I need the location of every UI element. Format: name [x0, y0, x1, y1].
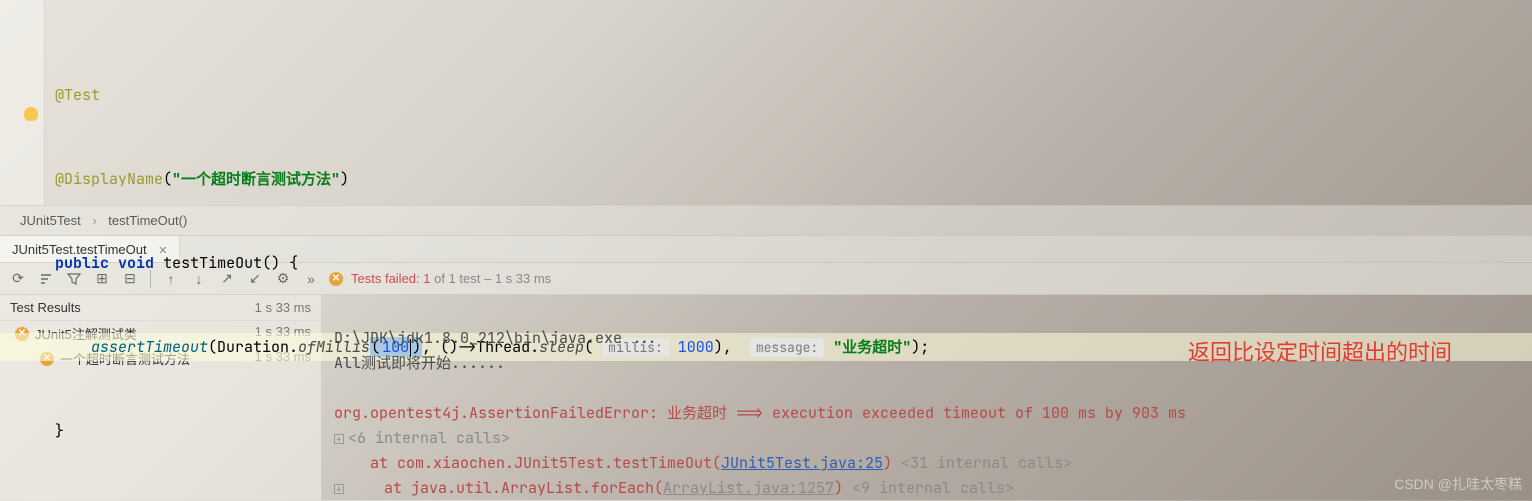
- annotation-test: @Test: [55, 85, 100, 105]
- annotation-note: 返回比设定时间超出的时间: [1188, 340, 1452, 365]
- console-output[interactable]: D:\JDK\jdk1.8.0_212\bin\java.exe ... All…: [322, 295, 1532, 500]
- internal-calls-3: <9 internal calls>: [852, 478, 1014, 498]
- internal-calls-2: <31 internal calls>: [901, 453, 1072, 473]
- stack-at1-pre: at com.xiaochen.JUnit5Test.testTimeOut(: [334, 453, 721, 473]
- internal-calls-1: <6 internal calls>: [348, 428, 510, 448]
- annotation-displayname: @DisplayName: [55, 169, 163, 189]
- displayname-value: "一个超时断言测试方法": [172, 169, 340, 189]
- assert-call: assertTimeout: [91, 337, 208, 357]
- method-name: testTimeOut: [163, 253, 262, 273]
- console-line2: All测试即将开始......: [334, 353, 505, 373]
- editor-gutter: [0, 0, 45, 205]
- intention-bulb-icon[interactable]: [24, 107, 38, 121]
- kw-void: void: [118, 253, 154, 273]
- stack-at2-pre: at java.util.ArrayList.forEach(: [348, 478, 663, 498]
- kw-public: public: [55, 253, 109, 273]
- stack-at1-post: ): [883, 453, 901, 473]
- stack-link-1[interactable]: JUnit5Test.java:25: [721, 453, 883, 473]
- expand-icon[interactable]: +: [334, 434, 344, 444]
- expand-icon[interactable]: +: [334, 484, 344, 494]
- console-error: org.opentest4j.AssertionFailedError: 业务超…: [334, 403, 1186, 423]
- console-line1: D:\JDK\jdk1.8.0_212\bin\java.exe ...: [334, 328, 658, 348]
- watermark: CSDN @扎哇太枣糕: [1394, 474, 1522, 494]
- code-editor[interactable]: @Test @DisplayName("一个超时断言测试方法") public …: [0, 0, 1532, 205]
- stack-link-2[interactable]: ArrayList.java:1257: [663, 478, 834, 498]
- stack-at2-post: ): [834, 478, 852, 498]
